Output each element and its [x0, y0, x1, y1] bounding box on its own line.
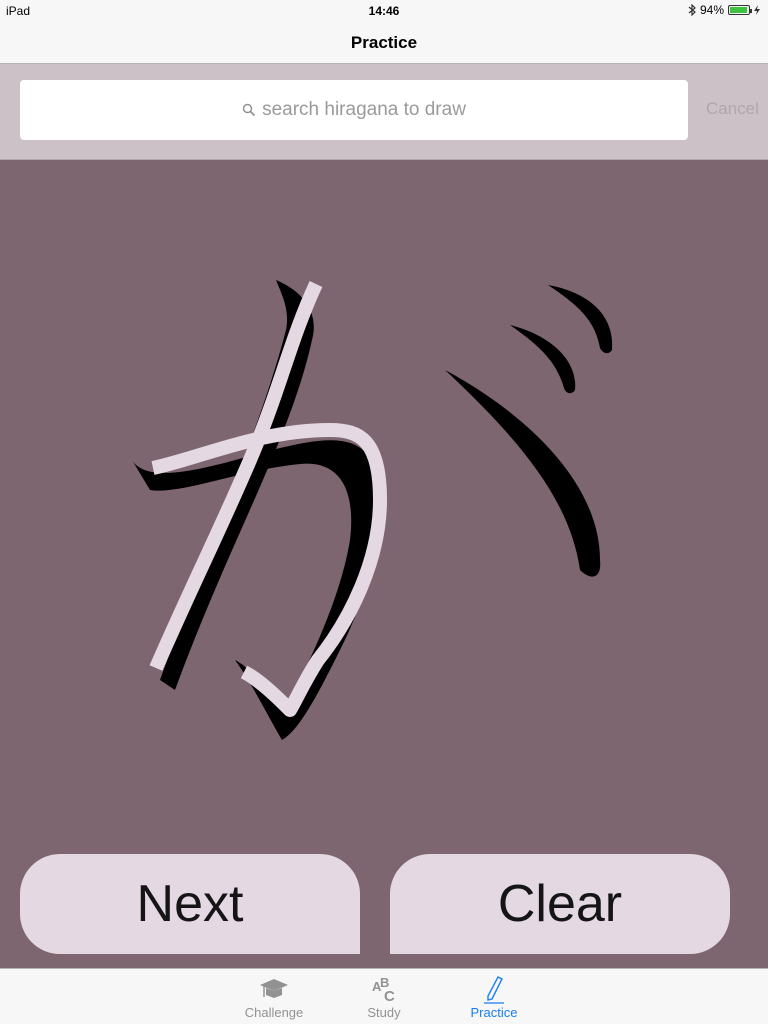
svg-text:C: C	[384, 988, 395, 1005]
battery-percent: 94%	[699, 3, 724, 17]
drawing-canvas[interactable]	[0, 160, 768, 968]
tab-label: Study	[367, 1005, 401, 1020]
clock: 14:46	[368, 4, 400, 18]
search-input[interactable]: search hiragana to draw	[20, 80, 688, 140]
battery-icon	[728, 5, 752, 15]
next-button[interactable]: Next	[20, 854, 360, 954]
clear-button[interactable]: Clear	[390, 854, 730, 954]
page-title: Practice	[350, 33, 418, 52]
pencil-icon	[484, 976, 504, 1004]
navigation-bar: Practice	[0, 22, 768, 64]
cancel-button[interactable]: Cancel	[706, 99, 759, 119]
dakuten-mark-2	[548, 285, 613, 354]
status-bar: iPad 14:46 94%	[0, 0, 768, 22]
tab-label: Challenge	[244, 1005, 304, 1020]
search-icon	[242, 103, 256, 117]
tab-practice[interactable]: Practice	[454, 973, 534, 1020]
tab-bar: Challenge A B C Study Practice	[0, 968, 768, 1024]
graduation-cap-icon	[260, 979, 288, 998]
reference-glyph	[132, 280, 613, 740]
glyph-stroke-3	[445, 370, 601, 577]
status-right: 94%	[688, 3, 760, 17]
bluetooth-icon	[688, 4, 696, 16]
dakuten-mark-1	[510, 325, 576, 394]
search-bar: search hiragana to draw Cancel	[0, 64, 768, 160]
tab-label: Practice	[470, 1005, 518, 1020]
character-drawing	[132, 280, 613, 740]
search-placeholder: search hiragana to draw	[262, 99, 466, 120]
abc-icon: A B C	[372, 975, 395, 1005]
tab-challenge[interactable]: Challenge	[234, 973, 314, 1020]
tab-study[interactable]: A B C Study	[344, 973, 424, 1020]
charging-icon	[754, 5, 760, 15]
